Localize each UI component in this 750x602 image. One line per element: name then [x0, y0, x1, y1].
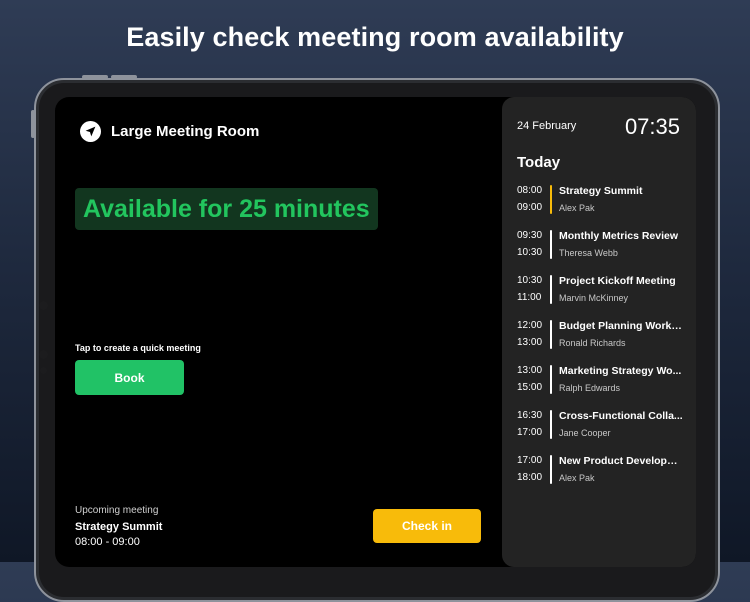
event-organizer: Alex Pak: [559, 203, 595, 213]
event-item[interactable]: 13:00 15:00 Marketing Strategy Wo... Ralph …: [517, 365, 687, 410]
event-list: 08:00 09:00 Strategy Summit Alex Pak 09:30 10…: [517, 185, 687, 500]
event-end-time: 11:00: [517, 292, 542, 303]
event-title: New Product Developm...: [559, 455, 685, 467]
event-organizer: Ronald Richards: [559, 338, 626, 348]
upcoming-meeting-title: Strategy Summit: [75, 521, 163, 533]
event-title: Project Kickoff Meeting: [559, 275, 676, 287]
current-date: 24 February: [517, 120, 577, 132]
event-title: Monthly Metrics Review: [559, 230, 679, 242]
event-start-time: 08:00: [517, 185, 543, 196]
event-item[interactable]: 16:30 17:00 Cross-Functional Colla... Jane …: [517, 410, 687, 455]
event-indicator-bar: [550, 185, 552, 214]
event-start-time: 17:00: [517, 455, 543, 466]
event-title: Cross-Functional Colla...: [559, 410, 683, 422]
location-arrow-icon: [80, 121, 101, 142]
book-button[interactable]: Book: [75, 360, 184, 395]
event-start-time: 13:00: [517, 365, 543, 376]
event-organizer: Marvin McKinney: [559, 293, 629, 303]
current-time: 07:35: [624, 114, 680, 139]
event-indicator-bar: [550, 410, 552, 439]
event-title: Budget Planning Works...: [559, 320, 685, 332]
quick-meeting-label: Tap to create a quick meeting: [75, 343, 201, 353]
event-indicator-bar: [550, 455, 552, 484]
check-in-button[interactable]: Check in: [373, 509, 481, 543]
event-end-time: 17:00: [517, 427, 543, 438]
event-item[interactable]: 17:00 18:00 New Product Developm... Alex Pa…: [517, 455, 687, 500]
event-title: Strategy Summit: [559, 185, 643, 197]
event-end-time: 15:00: [517, 382, 543, 393]
event-start-time: 12:00: [517, 320, 543, 331]
tablet-screen: Large Meeting Room Available for 25 minu…: [55, 97, 696, 567]
event-start-time: 10:30: [517, 275, 543, 286]
upcoming-meeting-time: 08:00 - 09:00: [75, 536, 140, 548]
event-start-time: 09:30: [517, 230, 543, 241]
room-name: Large Meeting Room: [111, 123, 260, 140]
event-indicator-bar: [550, 365, 552, 394]
event-indicator-bar: [550, 230, 552, 259]
event-organizer: Ralph Edwards: [559, 383, 621, 393]
availability-badge: Available for 25 minutes: [75, 188, 378, 230]
room-header: Large Meeting Room: [80, 121, 259, 142]
event-organizer: Theresa Webb: [559, 248, 618, 258]
event-end-time: 13:00: [517, 337, 543, 348]
event-item[interactable]: 08:00 09:00 Strategy Summit Alex Pak: [517, 185, 687, 230]
event-organizer: Jane Cooper: [559, 428, 611, 438]
device-sensor: [39, 350, 48, 359]
event-item[interactable]: 09:30 10:30 Monthly Metrics Review Theresa …: [517, 230, 687, 275]
event-organizer: Alex Pak: [559, 473, 595, 483]
upcoming-meeting-label: Upcoming meeting: [75, 505, 159, 516]
event-end-time: 09:00: [517, 202, 543, 213]
event-title: Marketing Strategy Wo...: [559, 365, 682, 377]
event-item[interactable]: 12:00 13:00 Budget Planning Works... Ronald…: [517, 320, 687, 365]
device-sensor: [40, 367, 47, 374]
device-sensor: [39, 301, 48, 310]
headline: Easily check meeting room availability: [126, 22, 624, 52]
schedule-panel: 24 February 07:35 Today 08:00 09:00 Strate…: [502, 97, 696, 567]
schedule-heading: Today: [517, 154, 561, 171]
event-indicator-bar: [550, 275, 552, 304]
event-end-time: 18:00: [517, 472, 543, 483]
event-item[interactable]: 10:30 11:00 Project Kickoff Meeting Marvin …: [517, 275, 687, 320]
event-end-time: 10:30: [517, 247, 543, 258]
event-indicator-bar: [550, 320, 552, 349]
event-start-time: 16:30: [517, 410, 543, 421]
